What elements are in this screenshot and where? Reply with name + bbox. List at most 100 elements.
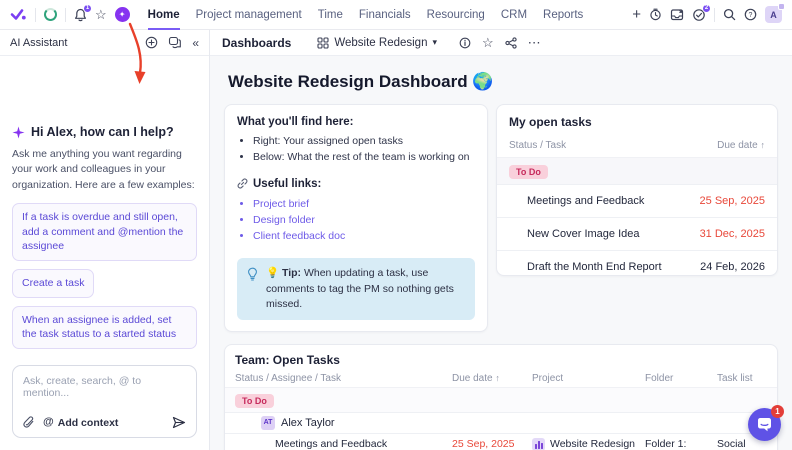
- column-status-task[interactable]: Status / Task: [509, 140, 566, 151]
- share-icon: [505, 36, 517, 49]
- notifications-badge: 1: [83, 3, 92, 13]
- ai-prompt-input[interactable]: [23, 375, 186, 405]
- star-icon: ☆: [482, 35, 494, 50]
- create-button[interactable]: +: [632, 7, 641, 22]
- column-due-date[interactable]: Due date ↑: [452, 373, 532, 384]
- task-title[interactable]: Draft the Month End Report: [527, 261, 662, 273]
- task-title[interactable]: New Cover Image Idea: [527, 228, 640, 240]
- link-client-feedback-doc[interactable]: Client feedback doc: [253, 230, 345, 242]
- nav-item-time[interactable]: Time: [318, 0, 343, 30]
- info-bullets: Right: Your assigned open tasks Below: W…: [253, 134, 475, 166]
- suggestion-chip-create-task[interactable]: Create a task: [12, 268, 95, 298]
- team-tasks-title: Team: Open Tasks: [235, 352, 340, 367]
- dashboard-selector-label: Website Redesign: [334, 36, 428, 49]
- help-button[interactable]: ?: [744, 8, 757, 21]
- sort-asc-icon: ↑: [760, 140, 766, 150]
- assignee-group-row[interactable]: AT Alex Taylor: [225, 411, 777, 433]
- breadcrumb[interactable]: Dashboards: [222, 36, 291, 50]
- list-item: Design folder: [253, 212, 475, 228]
- my-tasks-title: My open tasks: [509, 115, 592, 129]
- link-project-brief[interactable]: Project brief: [253, 198, 309, 210]
- nav-item-home[interactable]: Home: [147, 0, 180, 30]
- link-icon: [237, 178, 248, 189]
- nav-item-crm[interactable]: CRM: [501, 0, 527, 30]
- search-button[interactable]: [723, 8, 736, 21]
- table-row[interactable]: New Cover Image Idea 31 Dec, 2025: [497, 217, 777, 250]
- task-title[interactable]: Meetings and Feedback: [235, 438, 452, 450]
- todo-group-row[interactable]: To Do: [497, 157, 777, 184]
- nav-item-financials[interactable]: Financials: [359, 0, 411, 30]
- table-row[interactable]: Meetings and Feedback 25 Sep, 2025: [497, 184, 777, 217]
- stopwatch-icon: [650, 8, 661, 21]
- nav-item-project-management[interactable]: Project management: [196, 0, 302, 30]
- approvals-badge: 2: [702, 3, 711, 13]
- project-name: Website Redesign Project: [550, 437, 636, 450]
- time-tracker-button[interactable]: [649, 8, 662, 21]
- notifications-button[interactable]: 1: [74, 3, 92, 22]
- at-icon: @: [43, 416, 54, 428]
- ellipsis-icon: ⋯: [527, 35, 541, 50]
- ai-description: Ask me anything you want regarding your …: [12, 148, 195, 191]
- suggestion-chip-overdue[interactable]: If a task is overdue and still open, add…: [12, 202, 197, 261]
- my-tasks-header-row: Status / Task Due date ↑: [497, 137, 777, 157]
- inbox-button[interactable]: [670, 8, 684, 21]
- user-avatar[interactable]: A: [765, 3, 785, 23]
- nav-item-resourcing[interactable]: Resourcing: [427, 0, 485, 30]
- share-button[interactable]: [505, 36, 517, 49]
- due-date: 24 Feb, 2026: [700, 261, 765, 273]
- project-cell[interactable]: Website Redesign Project: [532, 437, 645, 450]
- link-design-folder[interactable]: Design folder: [253, 214, 315, 226]
- favorites-button[interactable]: ☆: [95, 8, 107, 21]
- column-folder[interactable]: Folder: [645, 373, 717, 384]
- folder-cell[interactable]: Folder 1: Visual Assets: [645, 438, 717, 450]
- app-logo[interactable]: [10, 8, 27, 21]
- ai-input-box: @ Add context: [12, 365, 197, 438]
- due-date-label: Due date: [452, 372, 493, 384]
- send-button[interactable]: [172, 416, 186, 429]
- support-chat-button[interactable]: 1: [748, 405, 784, 441]
- sparkle-icon: [12, 126, 25, 139]
- suggestion-chip-assignee-status[interactable]: When an assignee is added, set the task …: [12, 305, 197, 349]
- chat-history-button[interactable]: [168, 36, 182, 49]
- add-context-label: Add context: [57, 416, 119, 429]
- info-widget: What you'll find here: Right: Your assig…: [224, 104, 488, 332]
- team-tasks-header-row: Status / Assignee / Task Due date ↑ Proj…: [225, 371, 777, 387]
- collapse-sidebar-button[interactable]: «: [192, 37, 199, 49]
- my-open-tasks-widget: My open tasks Status / Task Due date ↑ T…: [496, 104, 778, 276]
- timer-progress-ring[interactable]: [44, 8, 57, 21]
- attach-file-button[interactable]: [23, 416, 35, 429]
- dashboard-toolbar-icons: ☆ ⋯: [459, 36, 541, 49]
- task-title[interactable]: Meetings and Feedback: [527, 195, 644, 207]
- useful-links-label: Useful links:: [253, 177, 322, 190]
- todo-group-row[interactable]: To Do: [225, 386, 777, 412]
- info-button[interactable]: [459, 37, 471, 49]
- dashboard-selector[interactable]: Website Redesign ▾: [317, 37, 437, 49]
- ai-assistant-toggle[interactable]: ✦: [114, 7, 130, 22]
- ai-assistant-header: AI Assistant «: [0, 30, 209, 56]
- table-row[interactable]: Meetings and Feedback 25 Sep, 2025 Websi…: [225, 432, 777, 450]
- approvals-button[interactable]: 2: [692, 3, 711, 22]
- more-options-button[interactable]: ⋯: [528, 36, 541, 49]
- status-badge-todo: To Do: [235, 393, 274, 408]
- search-icon: [723, 8, 736, 21]
- star-dashboard-button[interactable]: ☆: [482, 36, 494, 49]
- add-context-button[interactable]: @ Add context: [43, 417, 118, 429]
- divider: [714, 7, 715, 22]
- column-task-list[interactable]: Task list: [717, 373, 767, 384]
- column-status-assignee-task[interactable]: Status / Assignee / Task: [235, 373, 452, 384]
- dashboard-toolbar: Dashboards Website Redesign ▾ ☆ ⋯: [210, 30, 792, 56]
- info-icon: [459, 37, 471, 48]
- paperclip-icon: [23, 416, 34, 428]
- svg-text:?: ?: [749, 12, 753, 19]
- column-due-date[interactable]: Due date ↑: [717, 140, 765, 151]
- page-title: Website Redesign Dashboard 🌍: [228, 72, 494, 91]
- column-project[interactable]: Project: [532, 373, 645, 384]
- nav-item-reports[interactable]: Reports: [543, 0, 583, 30]
- lightbulb-icon: [248, 267, 257, 281]
- ai-assistant-panel: AI Assistant « Hi Alex, how can I help? …: [0, 30, 210, 450]
- new-chat-button[interactable]: [145, 36, 158, 49]
- table-row[interactable]: Draft the Month End Report 24 Feb, 2026: [497, 250, 777, 275]
- tip-prefix: 💡 Tip:: [266, 267, 302, 280]
- ai-input-actions: @ Add context: [23, 416, 186, 429]
- divider: [35, 7, 36, 22]
